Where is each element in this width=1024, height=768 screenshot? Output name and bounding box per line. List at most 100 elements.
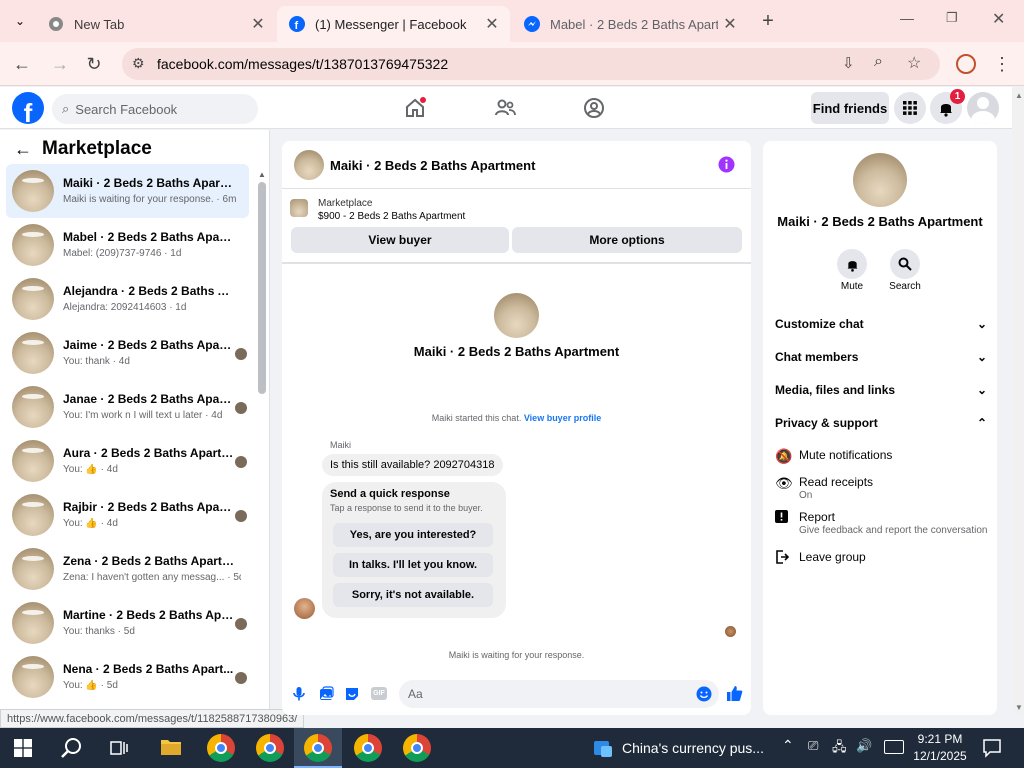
profile-avatar[interactable] bbox=[494, 293, 539, 338]
active-app-highlight[interactable] bbox=[294, 728, 342, 768]
tab-title: New Tab bbox=[74, 16, 125, 32]
section-privacy-support[interactable]: Privacy & support ⌃ bbox=[775, 416, 987, 430]
view-buyer-button[interactable]: View buyer bbox=[291, 227, 509, 253]
chevron-up-icon[interactable]: ⌃ bbox=[782, 737, 794, 754]
conversation-item[interactable]: Rajbir · 2 Beds 2 Baths Apart... You: 👍 ·… bbox=[6, 488, 249, 542]
quick-reply-not-available[interactable]: Sorry, it's not available. bbox=[333, 583, 493, 607]
find-friends-button[interactable]: Find friends bbox=[811, 92, 889, 124]
bookmark-star-icon[interactable]: ☆ bbox=[907, 53, 921, 73]
tab-messenger[interactable]: f (1) Messenger | Facebook ✕ bbox=[277, 6, 510, 42]
conversation-item[interactable]: Martine · 2 Beds 2 Baths Apa... You: than… bbox=[6, 596, 249, 650]
network-icon[interactable]: 🖧 bbox=[832, 738, 847, 760]
close-icon[interactable]: ✕ bbox=[718, 14, 742, 34]
home-icon[interactable] bbox=[403, 96, 427, 120]
new-tab-plus-icon[interactable]: + bbox=[756, 10, 780, 32]
back-arrow-icon[interactable]: ← bbox=[8, 50, 36, 78]
emoji-icon[interactable] bbox=[696, 686, 712, 702]
conversation-item[interactable]: Janae · 2 Beds 2 Baths Apartment You: I'm… bbox=[6, 380, 249, 434]
more-options-button[interactable]: More options bbox=[512, 227, 742, 253]
avatar bbox=[12, 602, 54, 644]
tab-new-tab[interactable]: New Tab ✕ bbox=[36, 6, 276, 42]
sender-avatar[interactable] bbox=[294, 598, 315, 619]
info-icon[interactable] bbox=[718, 156, 735, 173]
conversation-item[interactable]: Alejandra · 2 Beds 2 Baths Apar... Alejan… bbox=[6, 272, 249, 326]
facebook-search[interactable]: ⌕ Search Facebook bbox=[52, 94, 258, 124]
news-headline[interactable]: China's currency pus... bbox=[622, 740, 764, 756]
conversation-item[interactable]: Zena · 2 Beds 2 Baths Apartment Zena: I h… bbox=[6, 542, 249, 596]
sticker-icon[interactable] bbox=[344, 686, 360, 702]
page-scrollbar[interactable]: ▲ ▼ bbox=[1012, 87, 1024, 715]
chat-title[interactable]: Maiki · 2 Beds 2 Baths Apartment bbox=[330, 158, 535, 173]
conversation-item[interactable]: Aura · 2 Beds 2 Baths Apartm... You: 👍 · … bbox=[6, 434, 249, 488]
view-buyer-profile-link[interactable]: View buyer profile bbox=[524, 413, 601, 423]
profile-avatar[interactable] bbox=[853, 153, 907, 207]
facebook-logo-icon[interactable]: f bbox=[12, 92, 44, 124]
search-button[interactable] bbox=[890, 249, 920, 279]
conversation-item[interactable]: Jaime · 2 Beds 2 Baths Apart... You: than… bbox=[6, 326, 249, 380]
minimize-icon[interactable]: — bbox=[900, 10, 920, 26]
friends-icon[interactable] bbox=[493, 96, 517, 120]
sidebar-scrollbar[interactable] bbox=[258, 182, 266, 394]
conversation-item[interactable]: Nena · 2 Beds 2 Baths Apart... You: 👍 · 5… bbox=[6, 650, 249, 704]
section-media-files[interactable]: Media, files and links ⌄ bbox=[775, 383, 987, 397]
news-icon[interactable] bbox=[592, 737, 614, 759]
more-options-label: More options bbox=[589, 233, 665, 247]
clock-date[interactable]: 12/1/2025 bbox=[912, 749, 968, 763]
menu-dots-icon[interactable]: ⋮ bbox=[988, 50, 1016, 78]
section-chat-members[interactable]: Chat members ⌄ bbox=[775, 350, 987, 364]
message-bubble[interactable]: Is this still available? 2092704318 bbox=[322, 454, 503, 476]
message-input[interactable]: Aa bbox=[399, 680, 719, 708]
file-explorer-icon[interactable] bbox=[160, 737, 182, 757]
chrome-icon[interactable] bbox=[256, 734, 284, 762]
close-icon[interactable]: ✕ bbox=[480, 14, 504, 34]
back-arrow-icon[interactable]: ← bbox=[14, 139, 32, 160]
chrome-icon[interactable] bbox=[207, 734, 235, 762]
chrome-icon[interactable] bbox=[354, 734, 382, 762]
install-app-icon[interactable]: ⇩ bbox=[842, 54, 855, 72]
conversation-name: Aura · 2 Beds 2 Baths Apartm... bbox=[63, 446, 235, 460]
photo-icon[interactable] bbox=[318, 686, 334, 702]
gif-icon[interactable]: GIF bbox=[371, 687, 387, 700]
clock-time[interactable]: 9:21 PM bbox=[912, 732, 968, 746]
tab-search-button[interactable]: ⌄ bbox=[8, 10, 32, 32]
avatar[interactable] bbox=[294, 150, 324, 180]
close-icon[interactable]: ✕ bbox=[246, 14, 270, 34]
profile-icon[interactable] bbox=[956, 54, 976, 74]
conversation-preview: You: thanks · 5d bbox=[63, 626, 135, 637]
address-bar[interactable]: ⚙ facebook.com/messages/t/13870137694753… bbox=[122, 48, 940, 80]
zoom-icon[interactable]: ⌕ bbox=[874, 53, 883, 71]
thumbs-up-icon[interactable] bbox=[726, 685, 743, 702]
search-label: Search bbox=[889, 281, 921, 292]
account-avatar[interactable] bbox=[967, 92, 999, 124]
scroll-up-icon[interactable]: ▲ bbox=[258, 170, 266, 179]
listing-title[interactable]: $900 - 2 Beds 2 Baths Apartment bbox=[318, 211, 465, 222]
conversation-item[interactable]: Mabel · 2 Beds 2 Baths Apartm... Mabel: (… bbox=[6, 218, 249, 272]
forward-arrow-icon[interactable]: → bbox=[46, 50, 74, 78]
avatar bbox=[12, 656, 54, 698]
windows-start-icon[interactable] bbox=[14, 739, 32, 757]
search-icon[interactable] bbox=[60, 737, 82, 759]
tab-mabel[interactable]: Mabel · 2 Beds 2 Baths Apartme ✕ bbox=[512, 6, 748, 42]
groups-icon[interactable] bbox=[582, 96, 606, 120]
keyboard-icon[interactable] bbox=[884, 740, 904, 754]
notification-center-icon[interactable] bbox=[982, 738, 1002, 758]
meet-now-icon[interactable]: ⎚ bbox=[808, 738, 818, 754]
find-friends-label: Find friends bbox=[812, 100, 888, 116]
quick-reply-in-talks[interactable]: In talks. I'll let you know. bbox=[333, 553, 493, 577]
menu-grid-icon[interactable] bbox=[894, 92, 926, 124]
mute-button[interactable] bbox=[837, 249, 867, 279]
task-view-icon[interactable] bbox=[110, 739, 128, 757]
quick-reply-yes[interactable]: Yes, are you interested? bbox=[333, 523, 493, 547]
restore-icon[interactable]: ❐ bbox=[946, 10, 966, 26]
conversation-item[interactable]: Maiki · 2 Beds 2 Baths Apartment Maiki is… bbox=[6, 164, 249, 218]
sidebar-title: Marketplace bbox=[42, 138, 152, 159]
microphone-icon[interactable] bbox=[292, 686, 306, 702]
reload-icon[interactable]: ↻ bbox=[80, 50, 108, 78]
volume-icon[interactable]: 🔊 bbox=[856, 738, 872, 754]
waiting-status: Maiki is waiting for your response. bbox=[448, 650, 585, 660]
listing-thumbnail[interactable] bbox=[290, 199, 308, 217]
site-info-icon[interactable]: ⚙ bbox=[132, 55, 145, 72]
chrome-icon[interactable] bbox=[403, 734, 431, 762]
section-customize-chat[interactable]: Customize chat ⌄ bbox=[775, 317, 987, 331]
window-close-icon[interactable]: ✕ bbox=[992, 9, 1012, 29]
